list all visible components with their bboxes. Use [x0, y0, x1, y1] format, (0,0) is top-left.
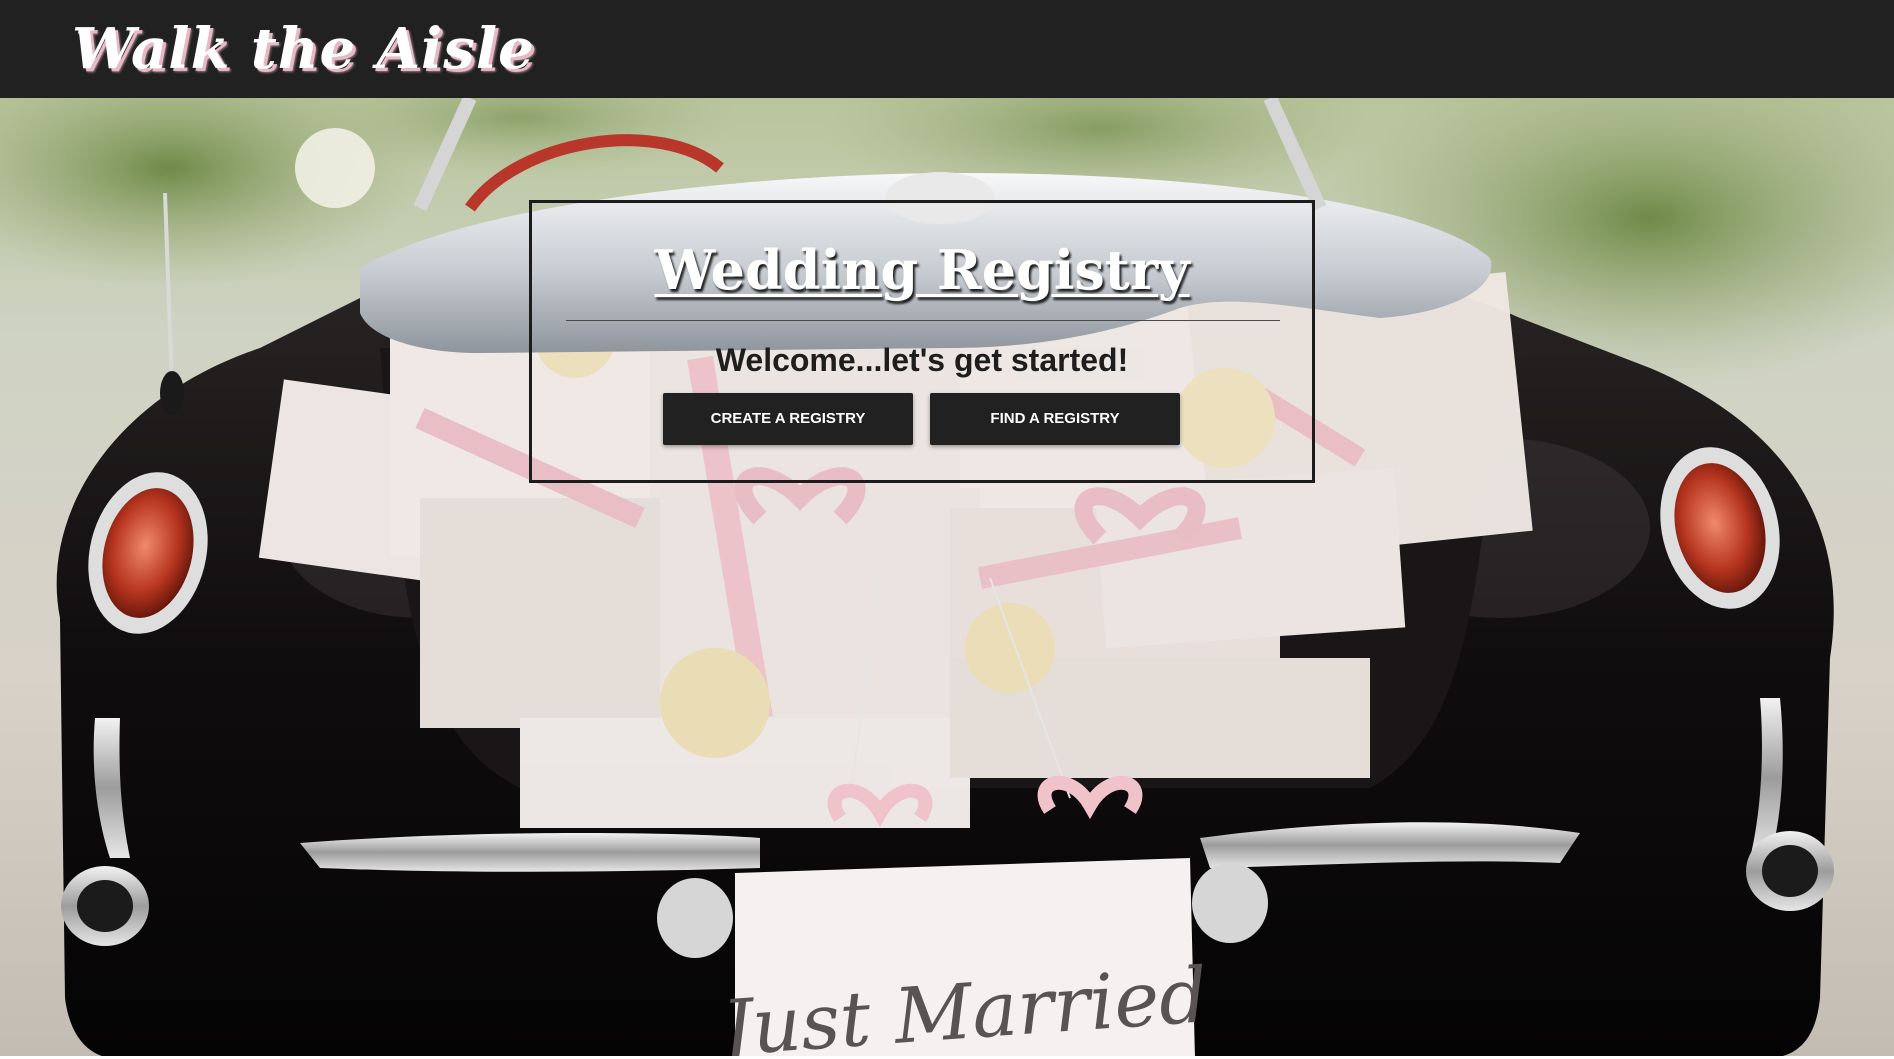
hero-section: Just Married Wedding Registry Welcome...… — [0, 98, 1894, 1059]
title-divider — [566, 320, 1280, 321]
registry-card: Wedding Registry Welcome...let's get sta… — [529, 200, 1315, 483]
find-registry-button[interactable]: FIND A REGISTRY — [930, 393, 1180, 445]
create-registry-button[interactable]: CREATE A REGISTRY — [663, 393, 913, 445]
brand-logo[interactable]: Walk the Aisle — [72, 16, 535, 82]
welcome-subtitle: Welcome...let's get started! — [715, 342, 1129, 378]
registry-title: Wedding Registry — [654, 238, 1190, 302]
top-navbar: Walk the Aisle — [0, 0, 1894, 98]
